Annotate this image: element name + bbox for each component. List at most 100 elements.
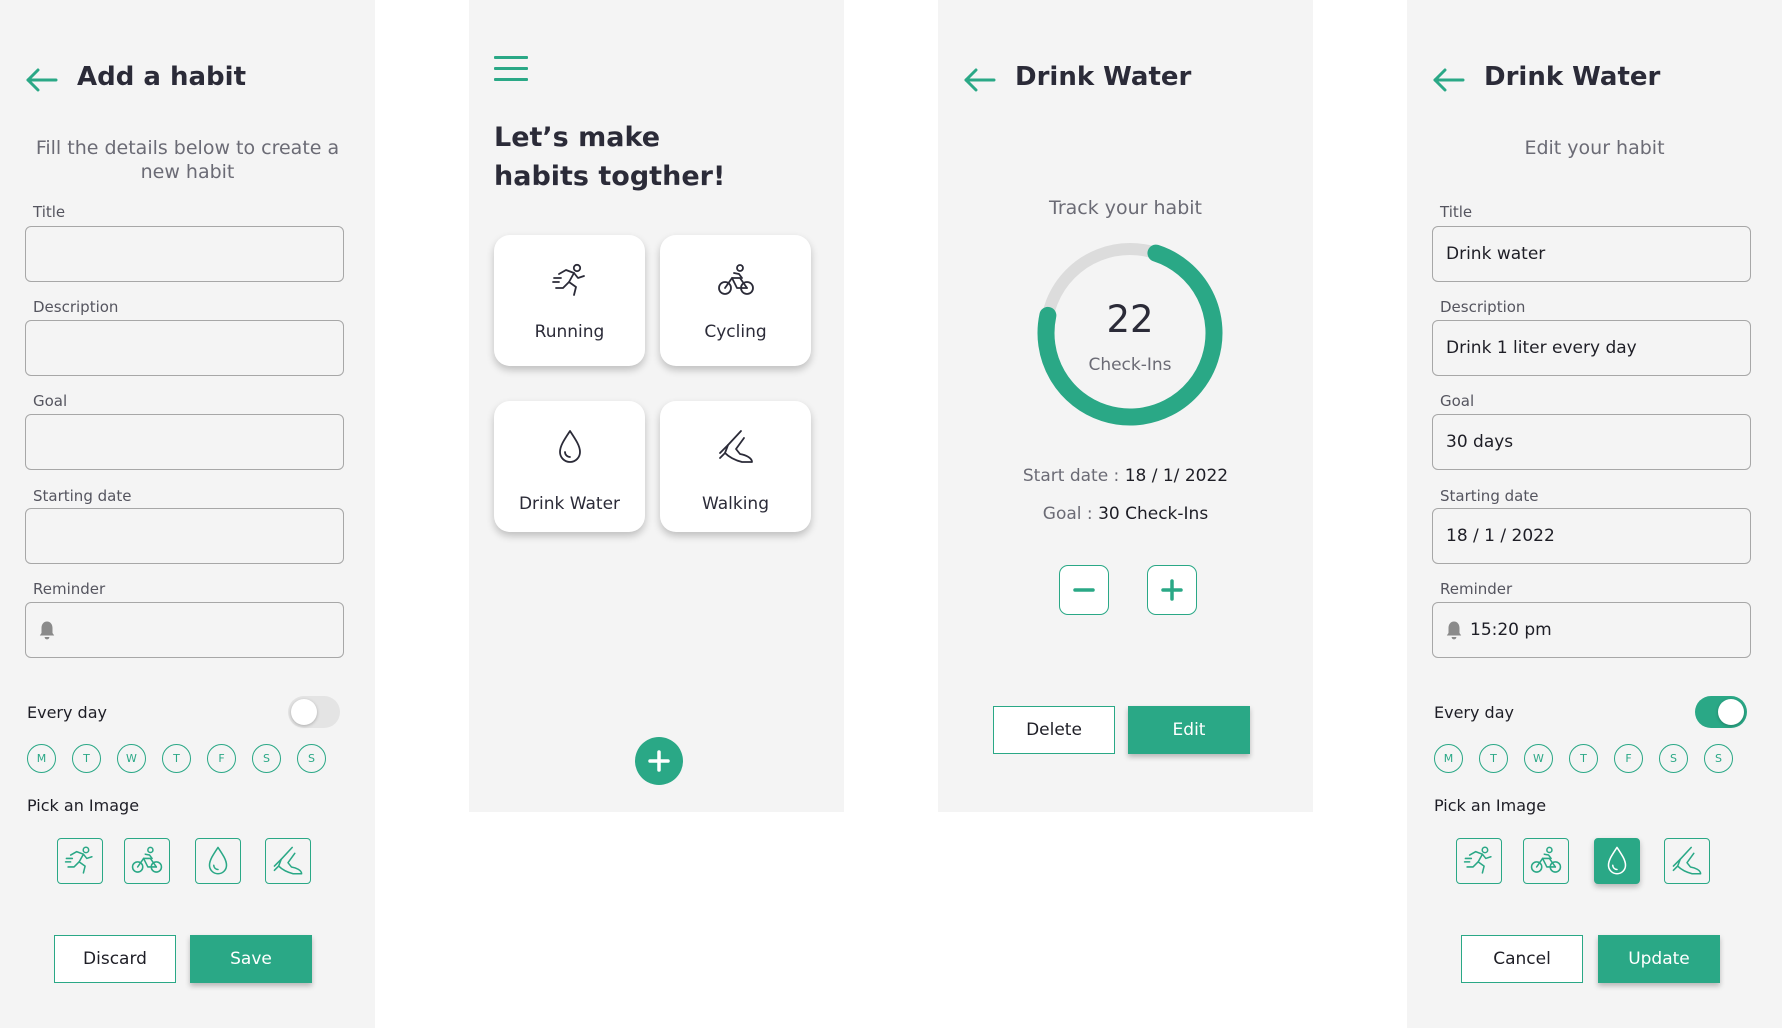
day-friday[interactable]: F	[207, 744, 236, 773]
habit-card-label: Drink Water	[518, 494, 621, 514]
image-option-running[interactable]	[57, 838, 103, 884]
reminder-input[interactable]: 15:20 pm	[1432, 602, 1751, 658]
checkins-count: 22	[1106, 298, 1154, 341]
starting-date-label: Starting date	[1440, 487, 1539, 505]
habit-card-label: Walking	[702, 494, 769, 514]
starting-date-input[interactable]	[25, 508, 344, 564]
update-button[interactable]: Update	[1598, 935, 1720, 983]
description-input[interactable]: Drink 1 liter every day	[1432, 320, 1751, 376]
goal-input[interactable]: 30 days	[1432, 414, 1751, 470]
image-picker	[57, 838, 327, 884]
day-wednesday[interactable]: W	[117, 744, 146, 773]
page-title: Add a habit	[77, 62, 246, 92]
track-label: Track your habit	[1049, 197, 1202, 219]
cycling-icon	[716, 261, 756, 301]
edit-button[interactable]: Edit	[1128, 706, 1250, 754]
home-heading-line-1: Let’s make	[494, 122, 661, 153]
day-tuesday[interactable]: T	[72, 744, 101, 773]
title-input[interactable]	[25, 226, 344, 282]
image-option-cycling[interactable]	[124, 838, 170, 884]
title-label: Title	[1440, 203, 1473, 221]
start-date-line: Start date : 18 / 1/ 2022	[938, 466, 1313, 486]
running-icon	[63, 844, 97, 878]
running-icon	[550, 261, 590, 301]
reminder-input[interactable]	[25, 602, 344, 658]
running-icon	[1462, 844, 1496, 878]
title-input[interactable]: Drink water	[1432, 226, 1751, 282]
toggle-knob	[291, 699, 317, 725]
title-label: Title	[33, 203, 66, 221]
image-option-drink-water[interactable]	[1594, 838, 1640, 884]
starting-date-input[interactable]: 18 / 1 / 2022	[1432, 508, 1751, 564]
walking-icon	[716, 427, 756, 467]
decrement-button[interactable]	[1059, 565, 1109, 615]
day-monday[interactable]: M	[1434, 744, 1463, 773]
description-label: Description	[33, 298, 119, 316]
start-date-label: Start date :	[1022, 466, 1120, 486]
goal-label: Goal :	[1042, 504, 1093, 524]
weekday-selector: M T W T F S S	[1434, 744, 1749, 773]
discard-button[interactable]: Discard	[54, 935, 176, 983]
goal-label: Goal	[33, 392, 68, 410]
reminder-label: Reminder	[33, 580, 106, 598]
reminder-label: Reminder	[1440, 580, 1513, 598]
page-subtitle: Edit your habit	[1524, 137, 1665, 159]
weekday-selector: M T W T F S S	[27, 744, 342, 773]
plus-icon	[1161, 579, 1183, 601]
day-monday[interactable]: M	[27, 744, 56, 773]
home-heading-line-2: habits togther!	[494, 161, 726, 192]
increment-button[interactable]	[1147, 565, 1197, 615]
pick-image-label: Pick an Image	[27, 796, 140, 815]
image-option-drink-water[interactable]	[195, 838, 241, 884]
habit-card-drink-water[interactable]: Drink Water	[494, 401, 645, 532]
every-day-label: Every day	[1434, 703, 1514, 722]
walking-icon	[1670, 844, 1704, 878]
every-day-toggle[interactable]	[288, 696, 340, 728]
start-date-value: 18 / 1/ 2022	[1124, 466, 1229, 486]
day-saturday[interactable]: S	[1659, 744, 1688, 773]
home-screen: Let’s make habits togther! Running Cycli…	[469, 0, 844, 812]
goal-line: Goal : 30 Check-Ins	[938, 504, 1313, 524]
image-option-walking[interactable]	[1664, 838, 1710, 884]
walking-icon	[271, 844, 305, 878]
day-sunday[interactable]: S	[1704, 744, 1733, 773]
day-saturday[interactable]: S	[252, 744, 281, 773]
image-picker	[1456, 838, 1726, 884]
edit-habit-screen: Drink Water Edit your habit Title Drink …	[1407, 0, 1782, 1028]
day-friday[interactable]: F	[1614, 744, 1643, 773]
day-thursday[interactable]: T	[1569, 744, 1598, 773]
goal-input[interactable]	[25, 414, 344, 470]
every-day-toggle[interactable]	[1695, 696, 1747, 728]
back-arrow-icon[interactable]	[1432, 68, 1466, 92]
delete-button[interactable]: Delete	[993, 706, 1115, 754]
day-thursday[interactable]: T	[162, 744, 191, 773]
image-option-running[interactable]	[1456, 838, 1502, 884]
back-arrow-icon[interactable]	[963, 68, 997, 92]
day-sunday[interactable]: S	[297, 744, 326, 773]
add-habit-button[interactable]	[635, 737, 683, 785]
bell-icon	[39, 620, 55, 640]
image-option-walking[interactable]	[265, 838, 311, 884]
every-day-label: Every day	[27, 703, 107, 722]
habit-card-label: Running	[534, 322, 605, 342]
description-input[interactable]	[25, 320, 344, 376]
back-arrow-icon[interactable]	[25, 68, 59, 92]
day-tuesday[interactable]: T	[1479, 744, 1508, 773]
cycling-icon	[130, 844, 164, 878]
habit-card-running[interactable]: Running	[494, 235, 645, 366]
day-wednesday[interactable]: W	[1524, 744, 1553, 773]
bell-icon	[1446, 620, 1462, 640]
goal-label: Goal	[1440, 392, 1475, 410]
save-button[interactable]: Save	[190, 935, 312, 983]
cancel-button[interactable]: Cancel	[1461, 935, 1583, 983]
habit-card-cycling[interactable]: Cycling	[660, 235, 811, 366]
add-habit-screen: Add a habit Fill the details below to cr…	[0, 0, 375, 1028]
toggle-knob	[1718, 699, 1744, 725]
plus-icon	[648, 750, 670, 772]
hamburger-menu-icon[interactable]	[494, 56, 528, 81]
habit-card-walking[interactable]: Walking	[660, 401, 811, 532]
drop-icon	[1600, 844, 1634, 878]
minus-icon	[1073, 588, 1095, 592]
image-option-cycling[interactable]	[1523, 838, 1569, 884]
habit-detail-screen: Drink Water Track your habit 22 Check-In…	[938, 0, 1313, 812]
